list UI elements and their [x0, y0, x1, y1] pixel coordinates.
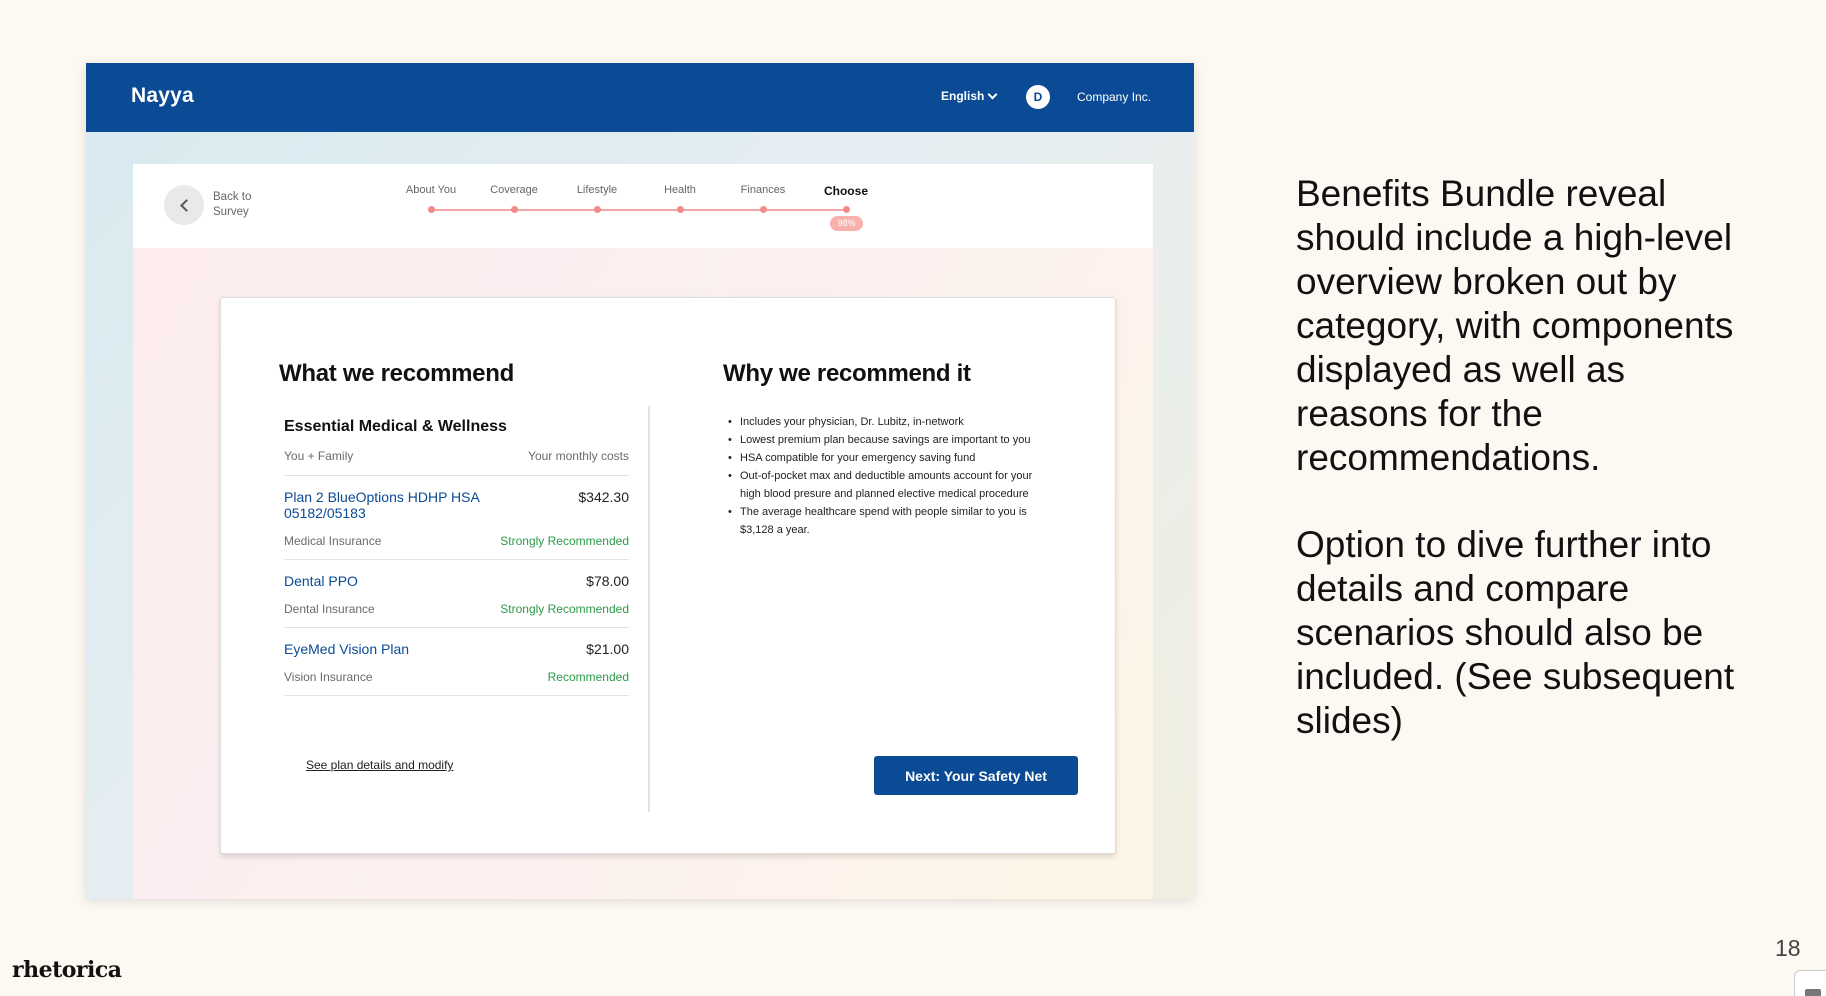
- chevron-down-icon: [987, 89, 998, 99]
- corner-widget[interactable]: [1794, 970, 1826, 996]
- plan-name-link[interactable]: Plan 2 BlueOptions HDHP HSA 05182/05183: [284, 489, 499, 521]
- column-divider: [648, 406, 650, 812]
- plan-name-link[interactable]: Dental PPO: [284, 573, 499, 589]
- cost-label: Your monthly costs: [528, 449, 629, 463]
- step-dot: [511, 206, 518, 213]
- recommend-title: What we recommend: [279, 360, 514, 387]
- stepper: About You Coverage Lifestyle Health Fina…: [396, 184, 884, 244]
- reason-item: Out-of-pocket max and deductible amounts…: [727, 467, 1047, 503]
- category-title: Essential Medical & Wellness: [284, 418, 507, 435]
- step-dot: [594, 206, 601, 213]
- recommendation-card: What we recommend Why we recommend it Es…: [220, 297, 1116, 854]
- recommendation-tag: Strongly Recommended: [500, 602, 629, 616]
- slide-notes: Benefits Bundle reveal should include a …: [1296, 172, 1766, 786]
- chevron-left-icon: [179, 198, 193, 212]
- plan-name-link[interactable]: EyeMed Vision Plan: [284, 641, 499, 657]
- recommend-column: Essential Medical & Wellness You + Famil…: [284, 418, 629, 696]
- language-label: English: [941, 89, 985, 103]
- brand-logo[interactable]: Nayya: [131, 84, 194, 108]
- coverage-label: You + Family: [284, 449, 354, 463]
- app-mockup: Nayya English D Company Inc. Back to Sur…: [86, 63, 1194, 899]
- widget-icon: [1805, 989, 1821, 996]
- step-dot: [428, 206, 435, 213]
- step-label: Choose: [823, 184, 868, 198]
- reason-item: Lowest premium plan because savings are …: [727, 431, 1047, 449]
- survey-progress-bar: Back to Survey About You Coverage Lifest…: [133, 164, 1153, 248]
- plan-row: EyeMed Vision Plan $21.00 Vision Insuran…: [284, 628, 629, 696]
- reason-item: The average healthcare spend with people…: [727, 503, 1047, 539]
- why-title: Why we recommend it: [723, 360, 971, 387]
- reason-item: HSA compatible for your emergency saving…: [727, 449, 1047, 467]
- plan-row: Dental PPO $78.00 Dental Insurance Stron…: [284, 560, 629, 628]
- top-nav-bar: Nayya English D Company Inc.: [86, 63, 1194, 132]
- see-plan-details-link[interactable]: See plan details and modify: [306, 758, 453, 772]
- main-content: Back to Survey About You Coverage Lifest…: [133, 164, 1153, 899]
- next-safety-net-button[interactable]: Next: Your Safety Net: [874, 756, 1078, 795]
- column-subheader: You + Family Your monthly costs: [284, 449, 629, 476]
- why-column: Includes your physician, Dr. Lubitz, in-…: [727, 413, 1047, 539]
- language-selector[interactable]: English: [941, 89, 998, 103]
- reasons-list: Includes your physician, Dr. Lubitz, in-…: [727, 413, 1047, 539]
- plan-price: $342.30: [578, 489, 629, 505]
- step-choose[interactable]: Choose 98%: [796, 184, 896, 231]
- avatar[interactable]: D: [1026, 85, 1050, 109]
- plan-type: Medical Insurance: [284, 534, 382, 548]
- plan-price: $21.00: [586, 641, 629, 657]
- rhetorica-logo: rhetorica: [12, 957, 122, 983]
- recommendation-tag: Recommended: [547, 670, 629, 684]
- company-name: Company Inc.: [1077, 90, 1152, 104]
- notes-paragraph-1: Benefits Bundle reveal should include a …: [1296, 173, 1734, 478]
- recommendation-tag: Strongly Recommended: [500, 534, 629, 548]
- plan-type: Dental Insurance: [284, 602, 375, 616]
- stepper-line: [431, 209, 846, 211]
- reason-item: Includes your physician, Dr. Lubitz, in-…: [727, 413, 1047, 431]
- page-number: 18: [1775, 935, 1801, 961]
- plan-price: $78.00: [586, 573, 629, 589]
- step-dot: [843, 206, 850, 213]
- progress-percent-badge: 98%: [830, 216, 863, 231]
- back-to-survey-label[interactable]: Back to Survey: [213, 190, 283, 220]
- step-dot: [760, 206, 767, 213]
- notes-paragraph-2: Option to dive further into details and …: [1296, 524, 1735, 741]
- plan-row: Plan 2 BlueOptions HDHP HSA 05182/05183 …: [284, 476, 629, 560]
- back-button[interactable]: [164, 185, 204, 225]
- step-dot: [677, 206, 684, 213]
- plan-type: Vision Insurance: [284, 670, 373, 684]
